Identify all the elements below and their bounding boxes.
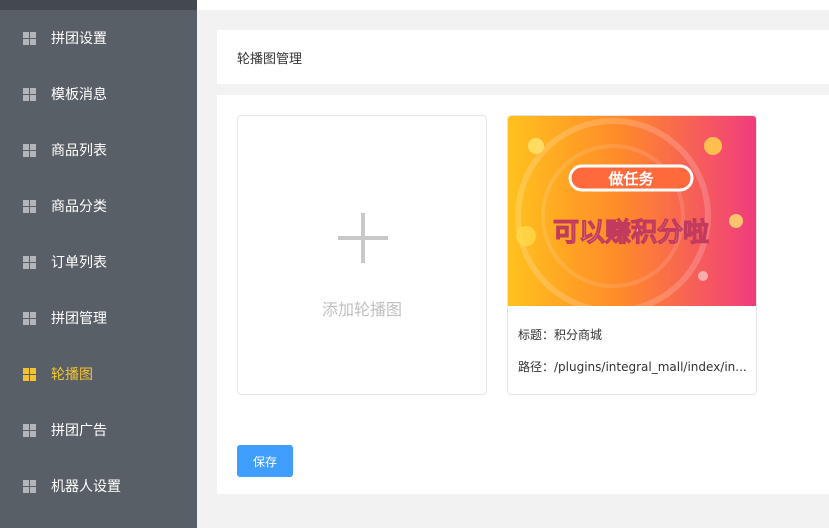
main-content: 添加轮播图 做任务 可以赚积分啦 标题：积分商城 路径：/plugins/int… xyxy=(217,95,829,494)
banner-path-text: 路径：/plugins/integral_mall/index/in... xyxy=(518,360,747,374)
sidebar-item-template-message[interactable]: 模板消息 xyxy=(0,66,197,122)
banner-image-subtitle: 可以赚积分啦 xyxy=(553,217,709,248)
banner-title-text: 标题：积分商城 xyxy=(518,328,603,342)
grid-icon xyxy=(23,255,36,269)
grid-icon xyxy=(23,479,36,493)
sidebar-item-label: 拼团设置 xyxy=(51,31,107,47)
banner-image-title: 做任务 xyxy=(607,170,654,188)
sidebar-item-label: 机器人设置 xyxy=(51,479,121,495)
save-button[interactable]: 保存 xyxy=(237,445,293,477)
grid-icon xyxy=(23,87,36,101)
sidebar-item-product-list[interactable]: 商品列表 xyxy=(0,122,197,178)
sidebar-item-label: 商品分类 xyxy=(51,199,107,215)
grid-icon xyxy=(23,199,36,213)
grid-icon xyxy=(23,311,36,325)
grid-icon xyxy=(23,423,36,437)
sidebar-item-label: 商品列表 xyxy=(51,143,107,159)
grid-icon xyxy=(23,31,36,45)
sidebar-item-label: 轮播图 xyxy=(51,367,93,383)
sidebar-item-label: 模板消息 xyxy=(51,87,107,103)
add-carousel-label: 添加轮播图 xyxy=(321,300,402,319)
sidebar-item-label: 拼团广告 xyxy=(51,423,107,439)
sidebar-item-label: 订单列表 xyxy=(51,255,107,271)
plus-icon xyxy=(338,213,388,263)
sidebar-item-carousel[interactable]: 轮播图 xyxy=(0,346,197,402)
add-carousel-card[interactable]: 添加轮播图 xyxy=(237,115,487,395)
sidebar-item-robot-settings[interactable]: 机器人设置 xyxy=(0,458,197,514)
sidebar-item-group-buy-settings[interactable]: 拼团设置 xyxy=(0,10,197,66)
page-title: 轮播图管理 xyxy=(237,51,303,67)
sidebar-item-product-category[interactable]: 商品分类 xyxy=(0,178,197,234)
sidebar-item-group-buy-management[interactable]: 拼团管理 xyxy=(0,290,197,346)
grid-icon xyxy=(23,143,36,157)
banner-image: 做任务 可以赚积分啦 xyxy=(508,116,756,306)
grid-icon xyxy=(23,367,36,381)
carousel-item-card[interactable]: 做任务 可以赚积分啦 标题：积分商城 路径：/plugins/integral_… xyxy=(507,115,757,395)
sidebar-item-order-list[interactable]: 订单列表 xyxy=(0,234,197,290)
page-header: 轮播图管理 xyxy=(217,30,829,84)
sidebar-item-group-buy-ads[interactable]: 拼团广告 xyxy=(0,402,197,458)
top-bar xyxy=(197,0,829,10)
sidebar-top-bar xyxy=(0,0,197,10)
sidebar-item-label: 拼团管理 xyxy=(51,311,107,327)
sidebar: 拼团设置 模板消息 商品列表 商品分类 订单列表 拼团管理 轮播图 拼团广告 机… xyxy=(0,0,197,528)
